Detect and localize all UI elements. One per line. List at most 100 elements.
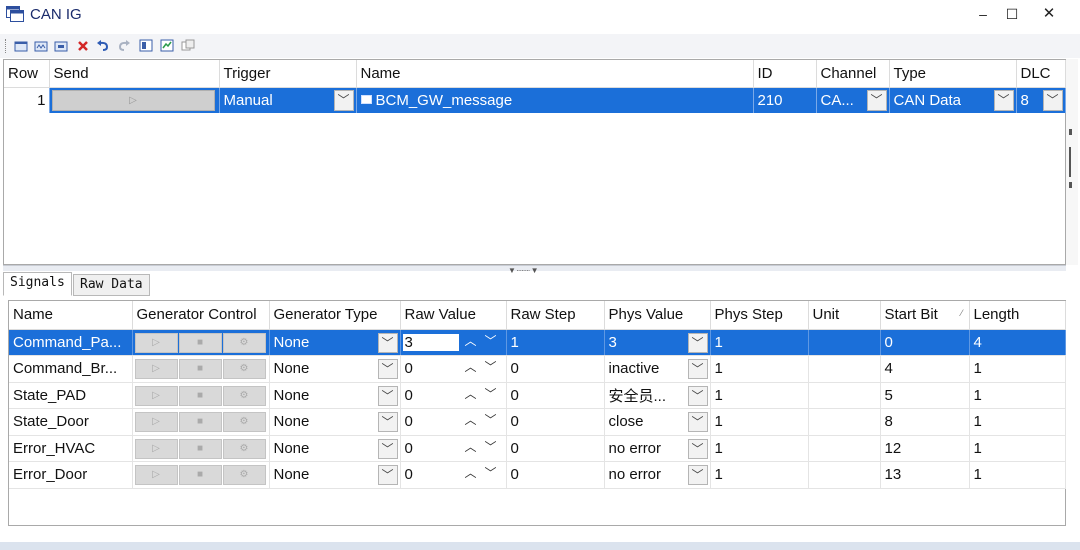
- horizontal-splitter[interactable]: ▼ ········ ▼: [3, 265, 1066, 275]
- tab-raw-data[interactable]: Raw Data: [73, 274, 150, 296]
- stop-icon[interactable]: ■: [178, 465, 222, 485]
- chevron-down-icon[interactable]: ﹀: [687, 332, 708, 353]
- unit-cell[interactable]: [808, 329, 881, 356]
- chevron-down-icon[interactable]: ﹀: [687, 359, 708, 379]
- signal-row[interactable]: Command_Pa... ▷ ■ ⚙ None ﹀ 3 ︿ ﹀ 1 3 ﹀ 1 0 4: [9, 329, 1066, 356]
- length-cell[interactable]: 1: [969, 355, 1066, 383]
- add-signal-icon[interactable]: [34, 39, 48, 52]
- decrement-icon[interactable]: ﹀: [485, 411, 497, 428]
- chevron-down-icon[interactable]: ﹀: [687, 465, 708, 485]
- play-icon[interactable]: ▷: [134, 438, 178, 459]
- settings-icon[interactable]: ⚙: [222, 385, 266, 406]
- decrement-icon[interactable]: ﹀: [485, 358, 497, 375]
- length-cell[interactable]: 1: [969, 382, 1066, 409]
- chevron-down-icon[interactable]: ﹀: [377, 332, 398, 353]
- phys-value-cell[interactable]: no error ﹀: [604, 461, 711, 489]
- col-header-raw-step[interactable]: Raw Step: [506, 301, 605, 330]
- chevron-down-icon[interactable]: ﹀: [377, 465, 398, 485]
- decrement-icon[interactable]: ﹀: [485, 385, 497, 402]
- raw-value-cell[interactable]: 3 ︿ ﹀: [400, 329, 507, 356]
- raw-step-cell[interactable]: 0: [506, 355, 605, 383]
- play-icon[interactable]: ▷: [134, 465, 178, 485]
- phys-value-cell[interactable]: close ﹀: [604, 408, 711, 436]
- raw-value-cell[interactable]: 0 ︿ ﹀: [400, 435, 507, 462]
- raw-step-cell[interactable]: 0: [506, 408, 605, 436]
- unit-cell[interactable]: [808, 382, 881, 409]
- message-row[interactable]: 1 ▷ Manual ﹀ BCM_GW_message 210 CA... ﹀ …: [4, 87, 1066, 113]
- settings-icon[interactable]: ⚙: [222, 412, 266, 432]
- start-bit-cell[interactable]: 0: [880, 329, 970, 356]
- increment-icon[interactable]: ︿: [465, 411, 477, 428]
- col-header-send[interactable]: Send: [49, 60, 220, 88]
- col-header-phys-step[interactable]: Phys Step: [710, 301, 809, 330]
- col-header-id[interactable]: ID: [753, 60, 817, 88]
- chevron-down-icon[interactable]: ﹀: [687, 385, 708, 406]
- col-header-name[interactable]: Name: [9, 301, 133, 330]
- raw-step-cell[interactable]: 0: [506, 382, 605, 409]
- decrement-icon[interactable]: ﹀: [485, 332, 497, 349]
- raw-step-cell[interactable]: 0: [506, 461, 605, 489]
- col-header-channel[interactable]: Channel: [816, 60, 890, 88]
- stop-icon[interactable]: ■: [178, 385, 222, 406]
- col-header-row[interactable]: Row: [4, 60, 50, 88]
- chevron-down-icon[interactable]: ﹀: [377, 412, 398, 432]
- raw-value-cell[interactable]: 0 ︿ ﹀: [400, 382, 507, 409]
- settings-icon[interactable]: ⚙: [222, 332, 266, 353]
- stop-icon[interactable]: ■: [178, 332, 222, 353]
- undo-icon[interactable]: [96, 39, 110, 52]
- length-cell[interactable]: 1: [969, 435, 1066, 462]
- settings-icon[interactable]: ⚙: [222, 438, 266, 459]
- increment-icon[interactable]: ︿: [465, 464, 477, 481]
- signal-name[interactable]: State_Door: [9, 408, 133, 436]
- signal-name[interactable]: Command_Br...: [9, 355, 133, 383]
- signal-row[interactable]: Error_Door ▷ ■ ⚙ None ﹀ 0 ︿ ﹀ 0 no error ﹀ 1 13 1: [9, 461, 1066, 489]
- layout-icon[interactable]: [139, 39, 153, 52]
- copy-icon[interactable]: [54, 39, 68, 52]
- chevron-down-icon[interactable]: ﹀: [687, 412, 708, 432]
- signal-row[interactable]: Error_HVAC ▷ ■ ⚙ None ﹀ 0 ︿ ﹀ 0 no error ﹀ 1 12 1: [9, 435, 1066, 462]
- maximize-button[interactable]: ☐: [997, 4, 1027, 24]
- decrement-icon[interactable]: ﹀: [485, 464, 497, 481]
- signal-name[interactable]: State_PAD: [9, 382, 133, 409]
- type-cell[interactable]: CAN Data ﹀: [889, 87, 1017, 113]
- raw-value-cell[interactable]: 0 ︿ ﹀: [400, 408, 507, 436]
- unit-cell[interactable]: [808, 461, 881, 489]
- length-cell[interactable]: 1: [969, 408, 1066, 436]
- settings-icon[interactable]: ⚙: [222, 359, 266, 379]
- start-bit-cell[interactable]: 4: [880, 355, 970, 383]
- chevron-down-icon[interactable]: ﹀: [377, 359, 398, 379]
- phys-value-cell[interactable]: 安全员... ﹀: [604, 382, 711, 409]
- chevron-down-icon[interactable]: ﹀: [993, 89, 1014, 111]
- generator-type-cell[interactable]: None ﹀: [269, 329, 401, 356]
- stop-icon[interactable]: ■: [178, 359, 222, 379]
- phys-value-cell[interactable]: inactive ﹀: [604, 355, 711, 383]
- chart-icon[interactable]: [160, 39, 174, 52]
- toolbar-grip[interactable]: [5, 39, 8, 53]
- increment-icon[interactable]: ︿: [465, 438, 477, 455]
- phys-value-cell[interactable]: 3 ﹀: [604, 329, 711, 356]
- col-header-dlc[interactable]: DLC: [1016, 60, 1066, 88]
- redo-icon[interactable]: [117, 39, 131, 52]
- col-header-raw-value[interactable]: Raw Value: [400, 301, 507, 330]
- id-cell[interactable]: 210: [753, 87, 817, 113]
- col-header-generator-control[interactable]: Generator Control: [132, 301, 270, 330]
- start-bit-cell[interactable]: 13: [880, 461, 970, 489]
- raw-value-cell[interactable]: 0 ︿ ﹀: [400, 355, 507, 383]
- length-cell[interactable]: 4: [969, 329, 1066, 356]
- channel-cell[interactable]: CA... ﹀: [816, 87, 890, 113]
- raw-value-cell[interactable]: 0 ︿ ﹀: [400, 461, 507, 489]
- dlc-cell[interactable]: 8 ﹀: [1016, 87, 1066, 113]
- increment-icon[interactable]: ︿: [465, 332, 477, 349]
- signal-name[interactable]: Error_Door: [9, 461, 133, 489]
- settings-icon[interactable]: ⚙: [222, 465, 266, 485]
- trigger-cell[interactable]: Manual ﹀: [219, 87, 357, 113]
- phys-step-cell[interactable]: 1: [710, 408, 809, 436]
- close-button[interactable]: ✕: [1034, 4, 1064, 24]
- phys-step-cell[interactable]: 1: [710, 382, 809, 409]
- phys-step-cell[interactable]: 1: [710, 329, 809, 356]
- properties-icon[interactable]: [181, 39, 195, 52]
- play-icon[interactable]: ▷: [134, 385, 178, 406]
- chevron-down-icon[interactable]: ﹀: [377, 438, 398, 459]
- side-splitter[interactable]: [1066, 59, 1078, 265]
- generator-type-cell[interactable]: None ﹀: [269, 355, 401, 383]
